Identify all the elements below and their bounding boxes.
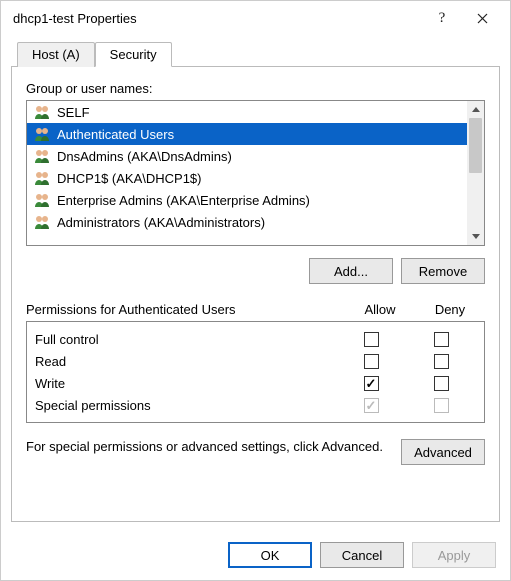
permissions-box: Full control Read Write Special permissi… — [26, 321, 485, 423]
advanced-button[interactable]: Advanced — [401, 439, 485, 465]
scrollbar[interactable] — [467, 101, 484, 245]
users-icon — [33, 104, 51, 120]
users-icon — [33, 214, 51, 230]
users-icon — [33, 192, 51, 208]
permission-name: Special permissions — [35, 398, 336, 413]
list-item[interactable]: Enterprise Admins (AKA\Enterprise Admins… — [27, 189, 467, 211]
list-item-label: Authenticated Users — [57, 127, 174, 142]
deny-checkbox — [434, 398, 449, 413]
remove-button[interactable]: Remove — [401, 258, 485, 284]
users-icon — [33, 126, 51, 142]
apply-button: Apply — [412, 542, 496, 568]
scroll-down-button[interactable] — [467, 228, 484, 245]
list-item-label: Administrators (AKA\Administrators) — [57, 215, 265, 230]
tab-host[interactable]: Host (A) — [17, 42, 95, 67]
scroll-up-button[interactable] — [467, 101, 484, 118]
list-item-label: Enterprise Admins (AKA\Enterprise Admins… — [57, 193, 310, 208]
help-button[interactable]: ? — [422, 4, 462, 32]
permission-row: Full control — [35, 328, 476, 350]
users-icon — [33, 170, 51, 186]
scroll-track[interactable] — [467, 118, 484, 228]
deny-header: Deny — [415, 302, 485, 317]
tabpage-security: Group or user names: SELF Authenticated … — [11, 66, 500, 522]
deny-checkbox[interactable] — [434, 354, 449, 369]
list-item[interactable]: DHCP1$ (AKA\DHCP1$) — [27, 167, 467, 189]
permissions-title: Permissions for Authenticated Users — [26, 302, 345, 317]
group-list-inner: SELF Authenticated Users DnsAdmins (AKA\… — [27, 101, 467, 245]
deny-checkbox[interactable] — [434, 332, 449, 347]
permission-name: Full control — [35, 332, 336, 347]
group-listbox[interactable]: SELF Authenticated Users DnsAdmins (AKA\… — [26, 100, 485, 246]
allow-checkbox[interactable] — [364, 332, 379, 347]
permission-row: Special permissions — [35, 394, 476, 416]
list-item[interactable]: Administrators (AKA\Administrators) — [27, 211, 467, 233]
list-item-label: SELF — [57, 105, 90, 120]
allow-header: Allow — [345, 302, 415, 317]
chevron-up-icon — [472, 107, 480, 112]
permission-name: Read — [35, 354, 336, 369]
dialog-content: Host (A) Security Group or user names: S… — [1, 35, 510, 530]
list-item-label: DnsAdmins (AKA\DnsAdmins) — [57, 149, 232, 164]
permission-name: Write — [35, 376, 336, 391]
deny-checkbox[interactable] — [434, 376, 449, 391]
permission-row: Read — [35, 350, 476, 372]
permission-row: Write — [35, 372, 476, 394]
users-icon — [33, 148, 51, 164]
scroll-thumb[interactable] — [469, 118, 482, 173]
allow-checkbox[interactable] — [364, 376, 379, 391]
ok-button[interactable]: OK — [228, 542, 312, 568]
group-label: Group or user names: — [26, 81, 485, 96]
close-button[interactable] — [462, 4, 502, 32]
close-icon — [477, 13, 488, 24]
permissions-header: Permissions for Authenticated Users Allo… — [26, 302, 485, 317]
allow-checkbox[interactable] — [364, 354, 379, 369]
list-item[interactable]: SELF — [27, 101, 467, 123]
add-button[interactable]: Add... — [309, 258, 393, 284]
cancel-button[interactable]: Cancel — [320, 542, 404, 568]
tab-security[interactable]: Security — [95, 42, 172, 67]
chevron-down-icon — [472, 234, 480, 239]
dialog-footer: OK Cancel Apply — [1, 530, 510, 580]
advanced-row: For special permissions or advanced sett… — [26, 439, 485, 465]
list-item[interactable]: DnsAdmins (AKA\DnsAdmins) — [27, 145, 467, 167]
properties-dialog: dhcp1-test Properties ? Host (A) Securit… — [0, 0, 511, 581]
titlebar: dhcp1-test Properties ? — [1, 1, 510, 35]
group-button-row: Add... Remove — [26, 258, 485, 284]
allow-checkbox — [364, 398, 379, 413]
list-item-label: DHCP1$ (AKA\DHCP1$) — [57, 171, 202, 186]
advanced-text: For special permissions or advanced sett… — [26, 439, 389, 454]
tabstrip: Host (A) Security — [17, 41, 500, 66]
list-item[interactable]: Authenticated Users — [27, 123, 467, 145]
window-title: dhcp1-test Properties — [13, 11, 422, 26]
